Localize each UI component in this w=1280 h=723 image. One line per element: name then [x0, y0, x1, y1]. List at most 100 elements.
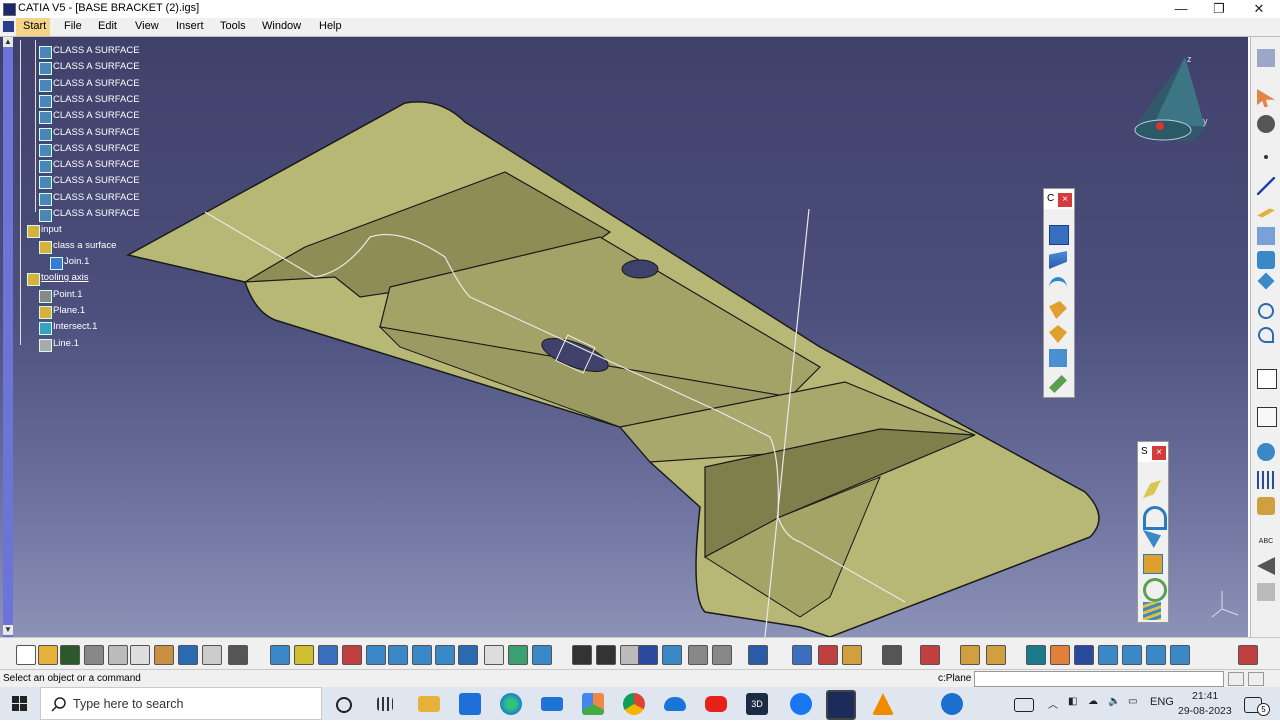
open-icon[interactable]	[38, 645, 58, 665]
menu-insert[interactable]: Insert	[176, 20, 204, 32]
taskbar-search-box[interactable]: Type here to search	[40, 687, 322, 720]
file-explorer-icon[interactable]	[418, 696, 440, 712]
tree-item-class-a-surface[interactable]: CLASS A SURFACE	[53, 110, 140, 121]
tree-item-plane-icon[interactable]	[39, 306, 52, 319]
tree-item-join-icon[interactable]	[50, 257, 63, 270]
tree-item-line[interactable]: Line.1	[53, 338, 79, 349]
update-icon[interactable]	[1026, 645, 1046, 665]
tree-item-class-a-surface-icon[interactable]	[39, 143, 52, 157]
menu-view[interactable]: View	[135, 20, 159, 32]
tree-item-input[interactable]: input	[41, 224, 62, 235]
plane-icon[interactable]	[1257, 208, 1275, 218]
combine-icon[interactable]	[1257, 272, 1275, 290]
translate-icon[interactable]	[1143, 602, 1161, 620]
onedrive-icon[interactable]	[664, 697, 686, 711]
print-icon[interactable]	[84, 645, 104, 665]
tree-item-class-a-surface-icon[interactable]	[39, 78, 52, 92]
fill-icon[interactable]	[1049, 301, 1067, 319]
fit-all-icon[interactable]	[294, 645, 314, 665]
part-design-icon[interactable]	[960, 645, 980, 665]
point-icon[interactable]	[1264, 155, 1268, 159]
menu-window[interactable]: Window	[262, 20, 301, 32]
palette-1-close-button[interactable]: ×	[1058, 193, 1072, 207]
surface-icon[interactable]	[1049, 251, 1067, 269]
grid-icon[interactable]	[1257, 471, 1275, 489]
chevron-up-icon[interactable]: ︿	[1048, 696, 1058, 711]
tree-item-point-icon[interactable]	[39, 290, 52, 303]
tree-item-class-a-surface[interactable]: CLASS A SURFACE	[53, 45, 140, 56]
compass-widget[interactable]: z y	[1130, 52, 1220, 147]
battery-icon[interactable]: ▭	[1128, 696, 1137, 707]
parameter-icon[interactable]	[662, 645, 682, 665]
arrow-icon[interactable]	[1257, 557, 1275, 575]
check-icon[interactable]	[712, 645, 732, 665]
spline-icon[interactable]	[1258, 327, 1274, 343]
whats-this-icon[interactable]	[228, 645, 248, 665]
normal-view-icon[interactable]	[412, 645, 432, 665]
gsd-icon[interactable]	[986, 645, 1006, 665]
tree-item-class-a-surface[interactable]: CLASS A SURFACE	[53, 78, 140, 89]
sweep-icon[interactable]	[1049, 277, 1067, 299]
tree-item-class-a-surface-icon[interactable]	[39, 46, 52, 59]
edge-fillet-icon[interactable]	[1143, 578, 1167, 602]
multi-view-icon[interactable]	[435, 645, 455, 665]
sketch-icon[interactable]	[792, 645, 812, 665]
workbench-icon[interactable]	[1257, 49, 1275, 67]
close-button[interactable]: ✕	[1240, 0, 1278, 18]
task-view-icon[interactable]	[377, 697, 393, 711]
menu-edit[interactable]: Edit	[98, 20, 117, 32]
tree-item-class-a-surface-icon[interactable]	[39, 127, 52, 141]
copy-icon[interactable]	[130, 645, 150, 665]
tree-item-join[interactable]: Join.1	[64, 256, 89, 267]
knowledge-icon[interactable]	[596, 645, 616, 665]
line-icon[interactable]	[1257, 177, 1275, 195]
tree-item-class-a-group-icon[interactable]	[39, 241, 52, 254]
tree-item-class-a-surface[interactable]: CLASS A SURFACE	[53, 61, 140, 72]
hand-icon[interactable]	[1050, 645, 1070, 665]
undo-icon[interactable]	[178, 645, 198, 665]
measure-icon[interactable]	[1257, 369, 1277, 389]
pan-icon[interactable]	[318, 645, 338, 665]
3d-app-icon[interactable]: 3D	[746, 693, 768, 715]
language-indicator[interactable]: ENG	[1150, 696, 1174, 708]
3d-grid-icon[interactable]	[1098, 645, 1118, 665]
menu-help[interactable]: Help	[319, 20, 342, 32]
mail-icon[interactable]	[541, 697, 563, 711]
tree-scrollbar[interactable]: ▲ ▼	[3, 37, 13, 637]
power-input-button[interactable]	[1228, 672, 1244, 686]
palette-2-close-button[interactable]: ×	[1152, 446, 1166, 460]
maximize-button[interactable]: ❐	[1200, 0, 1238, 18]
circle-icon[interactable]	[1258, 303, 1274, 319]
tree-item-class-a-surface[interactable]: CLASS A SURFACE	[53, 175, 140, 186]
paste-icon[interactable]	[154, 645, 174, 665]
scroll-up-icon[interactable]: ▲	[3, 37, 13, 47]
tree-item-class-a-surface[interactable]: CLASS A SURFACE	[53, 143, 140, 154]
minimize-button[interactable]: —	[1162, 0, 1200, 18]
clock-date[interactable]: 29-08-2023	[1178, 705, 1232, 717]
tree-item-input-icon[interactable]	[27, 225, 40, 238]
cortana-icon[interactable]	[336, 697, 352, 713]
new-icon[interactable]	[16, 645, 36, 665]
tree-item-plane[interactable]: Plane.1	[53, 305, 85, 316]
rule-icon[interactable]	[688, 645, 708, 665]
edges-icon[interactable]	[532, 645, 552, 665]
zoom-out-icon[interactable]	[388, 645, 408, 665]
law-icon[interactable]	[620, 645, 640, 665]
snap-icon[interactable]	[1146, 645, 1166, 665]
fly-mode-icon[interactable]	[270, 645, 290, 665]
volume-icon[interactable]: 🔈	[1108, 696, 1120, 707]
tree-item-class-a-surface-icon[interactable]	[39, 209, 52, 222]
blend-icon[interactable]	[1049, 349, 1067, 367]
shading-icon[interactable]	[508, 645, 528, 665]
chrome-icon[interactable]	[623, 693, 645, 715]
projection-icon[interactable]	[1257, 227, 1275, 245]
catalog-icon[interactable]	[1257, 497, 1275, 515]
help-icon[interactable]	[941, 693, 963, 715]
zoom-in-icon[interactable]	[366, 645, 386, 665]
sketcher-icon[interactable]	[1257, 115, 1275, 133]
cut-icon[interactable]	[108, 645, 128, 665]
bottle-icon[interactable]	[842, 645, 862, 665]
work-on-support-icon[interactable]	[1122, 645, 1142, 665]
photos-icon[interactable]	[582, 693, 604, 715]
network-icon[interactable]: ◧	[1068, 696, 1077, 707]
